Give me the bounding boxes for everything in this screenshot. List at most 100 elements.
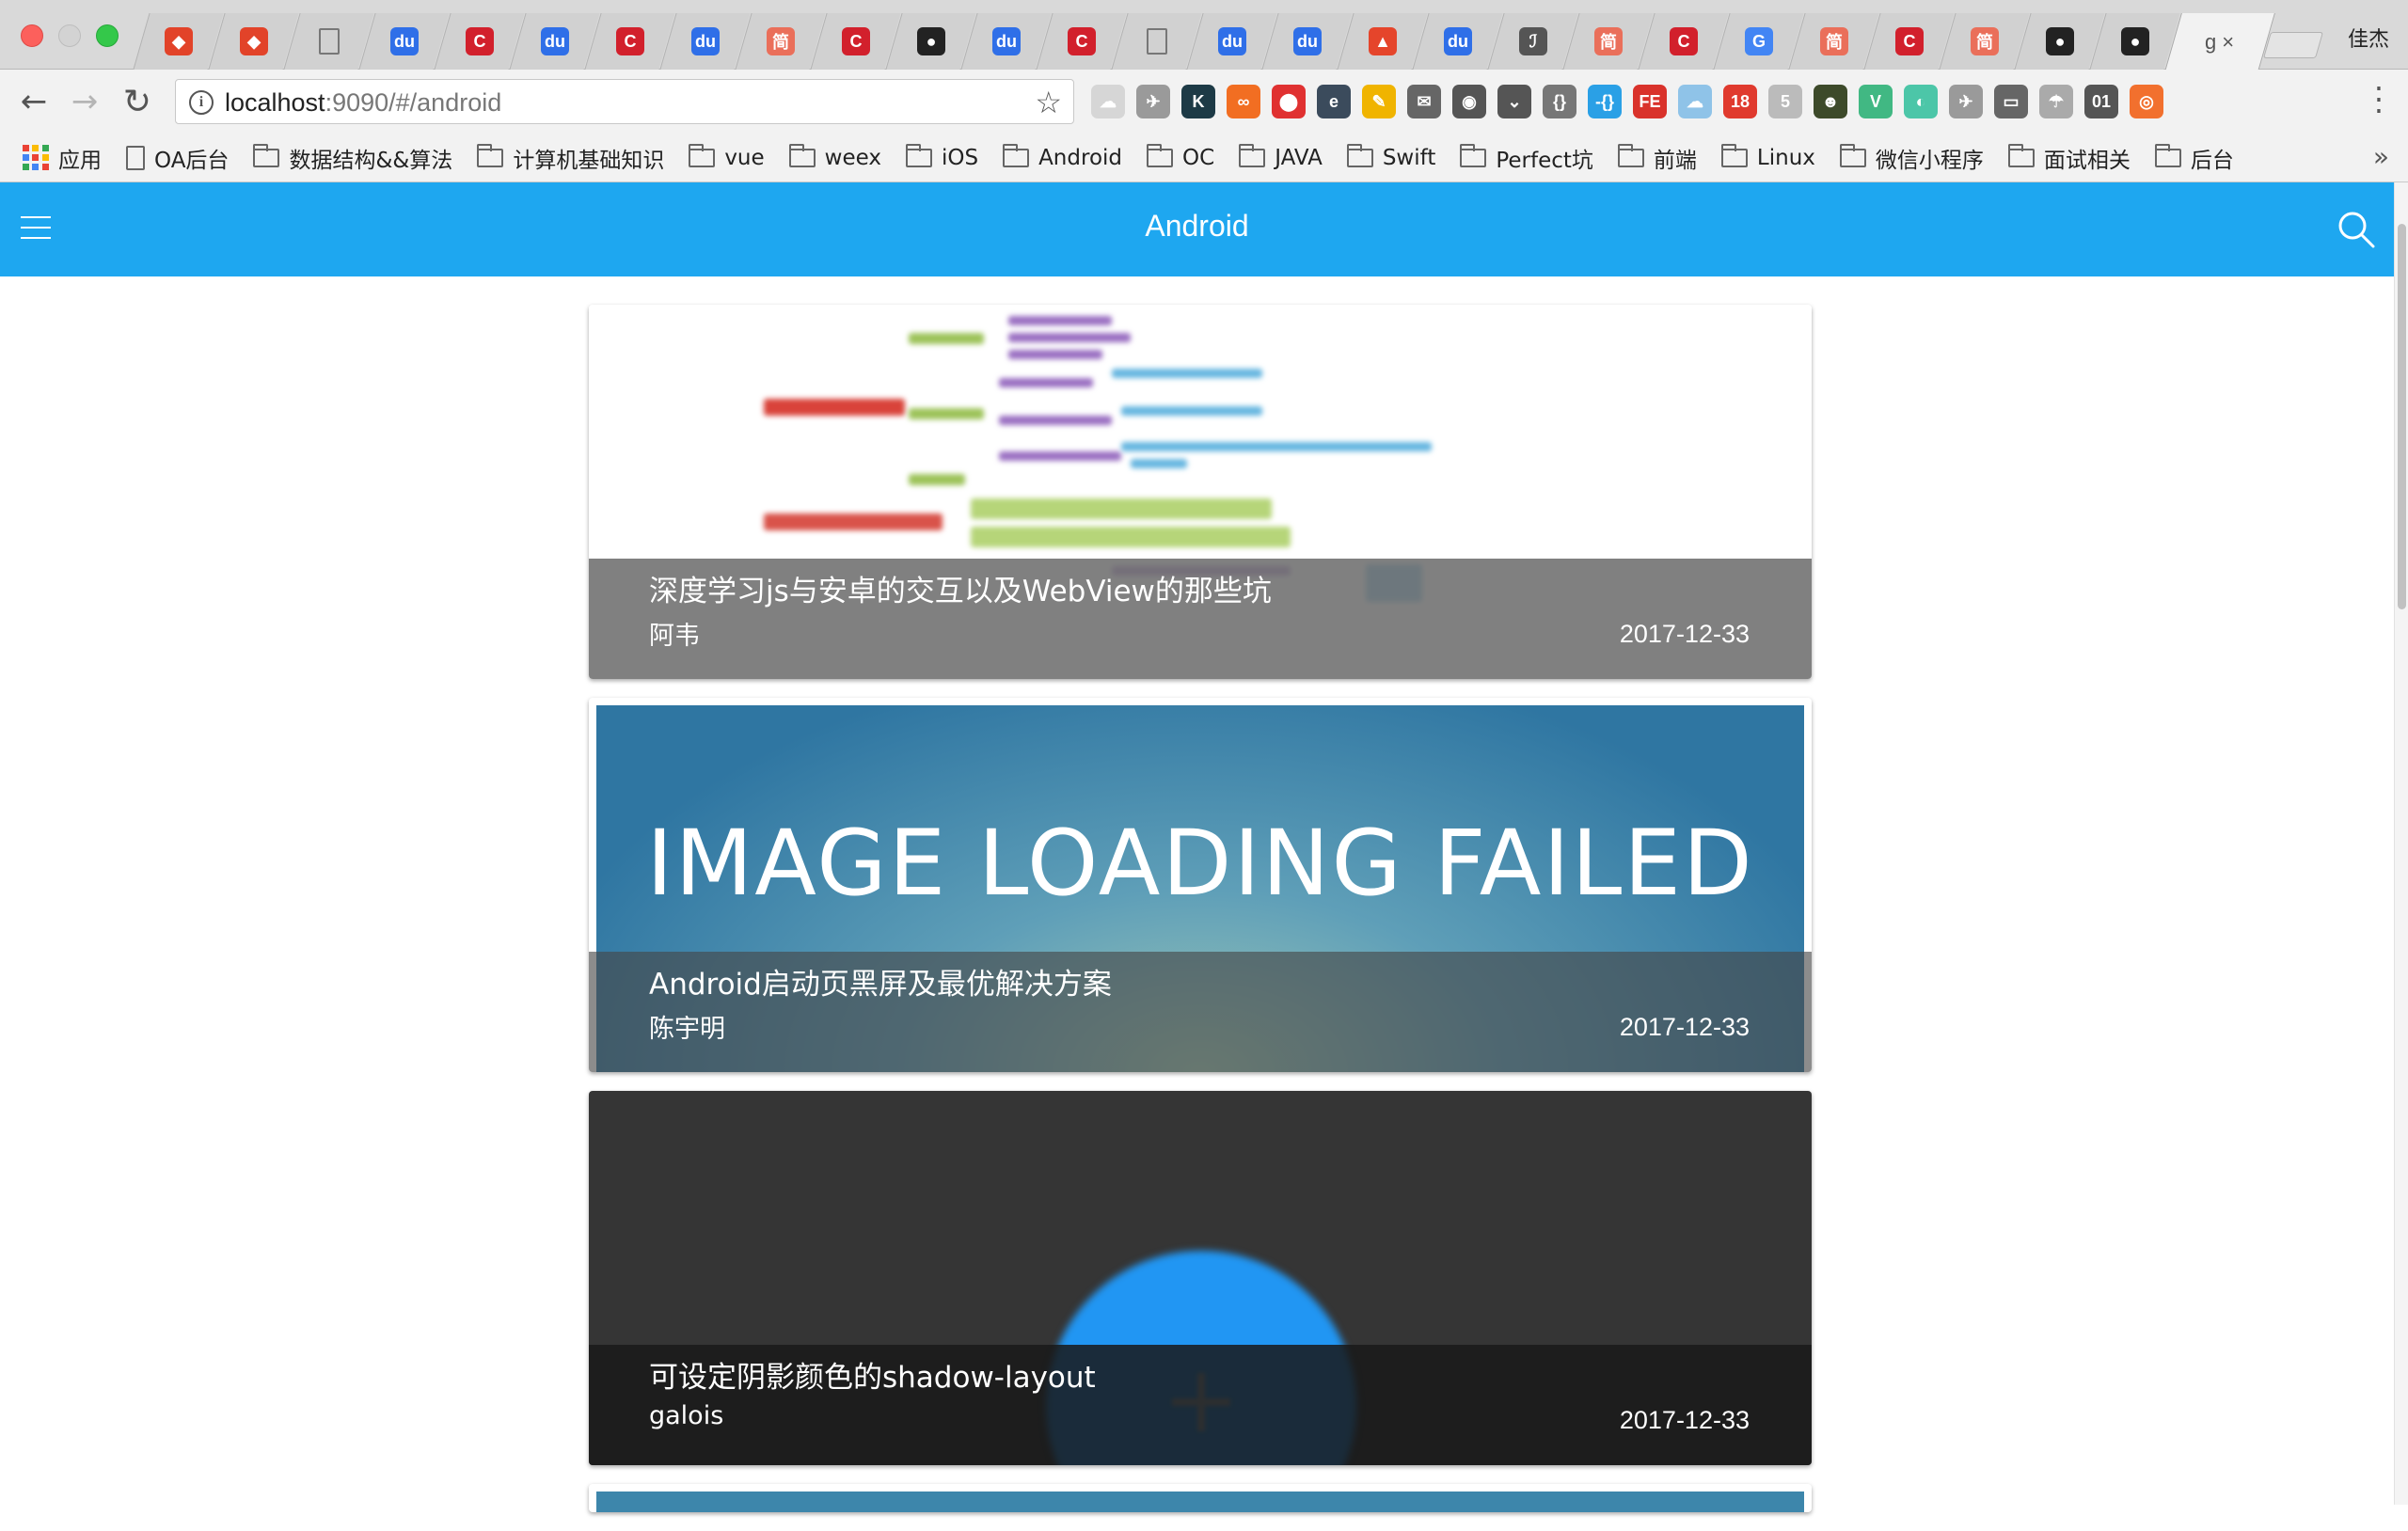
bookmark-folder[interactable]: Linux bbox=[1720, 143, 1815, 170]
folder-icon bbox=[905, 143, 932, 167]
pencil-ext-icon[interactable]: ✎ bbox=[1362, 85, 1396, 118]
post-title[interactable]: 可设定阴影颜色的shadow-layout bbox=[649, 1358, 1750, 1397]
k-ext-icon[interactable]: K bbox=[1181, 85, 1215, 118]
url-text[interactable]: localhost:9090/#/android bbox=[225, 88, 501, 118]
folder-icon bbox=[689, 143, 716, 167]
profile-name[interactable]: 佳杰 bbox=[2348, 23, 2389, 53]
baidu-icon: du bbox=[1444, 27, 1472, 55]
site-info-icon[interactable]: i bbox=[189, 90, 214, 115]
post-title[interactable]: Android启动页黑屏及最优解决方案 bbox=[649, 965, 1750, 1004]
binary-ext-icon[interactable]: 01 bbox=[2084, 85, 2118, 118]
post-date: 2017-12-33 bbox=[1619, 1406, 1750, 1434]
chat-ext-icon[interactable]: ◉ bbox=[1452, 85, 1486, 118]
browser-menu-icon[interactable]: · · · bbox=[2374, 73, 2384, 126]
active-tab-label: g bbox=[2205, 30, 2217, 54]
flame-icon: ▲ bbox=[1369, 27, 1397, 55]
bookmark-folder[interactable]: JAVA bbox=[1239, 143, 1323, 170]
app-header: Android bbox=[0, 182, 2394, 276]
page-scrollbar[interactable] bbox=[2394, 182, 2408, 1505]
browser-toolbar: ← → ↻ i localhost:9090/#/android ☆ ☁ ✈ K ∞ ⬤… bbox=[0, 70, 2408, 134]
minimize-window-button[interactable] bbox=[58, 24, 81, 47]
folder-icon bbox=[788, 143, 816, 167]
post-card[interactable]: 可设定阴影颜色的shadow-layout galois 2017-12-33 bbox=[589, 1091, 1812, 1465]
folder-icon bbox=[2007, 143, 2035, 167]
ubuntu-ext-icon[interactable]: ◎ bbox=[2130, 85, 2163, 118]
cloud-ext-icon[interactable]: ☁ bbox=[1091, 85, 1125, 118]
more-bookmarks-icon[interactable]: » bbox=[2373, 141, 2389, 172]
bookmark-folder[interactable]: 数据结构&&算法 bbox=[253, 142, 452, 174]
infinity-ext-icon[interactable]: ∞ bbox=[1227, 85, 1260, 118]
mail-ext-icon[interactable]: ✉ bbox=[1407, 85, 1441, 118]
active-browser-tab[interactable]: g × bbox=[2164, 13, 2275, 71]
e-ext-icon[interactable]: e bbox=[1317, 85, 1351, 118]
bookmark-folder[interactable]: 微信小程序 bbox=[1839, 142, 1984, 174]
bookmark-folder[interactable]: weex bbox=[788, 143, 881, 170]
bird-ext-icon[interactable]: ✈ bbox=[1136, 85, 1170, 118]
bookmark-label: JAVA bbox=[1275, 145, 1323, 170]
post-card[interactable]: IMAGE LOADING FAILED Android启动页黑屏及最优解决方案… bbox=[589, 698, 1812, 1072]
bird2-ext-icon[interactable]: ✈ bbox=[1949, 85, 1983, 118]
github-icon: ● bbox=[2046, 27, 2074, 55]
braces-ext-icon[interactable]: {} bbox=[1543, 85, 1576, 118]
address-bar[interactable]: i localhost:9090/#/android ☆ bbox=[175, 79, 1074, 124]
bookmark-folder[interactable]: iOS bbox=[905, 143, 978, 170]
calendar-ext-icon[interactable]: 18 bbox=[1723, 85, 1757, 118]
bookmark-item[interactable]: 应用 bbox=[23, 142, 102, 174]
reload-icon[interactable]: ↻ bbox=[120, 83, 154, 121]
image-failed-text: IMAGE LOADING FAILED bbox=[646, 811, 1754, 916]
bookmark-folder[interactable]: Swift bbox=[1346, 143, 1436, 170]
baidu-icon: du bbox=[1218, 27, 1246, 55]
bookmark-folder[interactable]: 前端 bbox=[1617, 142, 1697, 174]
post-info: 可设定阴影颜色的shadow-layout galois 2017-12-33 bbox=[589, 1345, 1812, 1465]
close-tab-icon[interactable]: × bbox=[2223, 30, 2235, 55]
folder-icon bbox=[2154, 143, 2181, 167]
google-icon: G bbox=[1745, 27, 1773, 55]
forward-icon[interactable]: → bbox=[68, 83, 102, 120]
shield-ext-icon[interactable]: ⬤ bbox=[1272, 85, 1306, 118]
bookmark-folder[interactable]: Perfect坑 bbox=[1460, 142, 1593, 174]
color-ext-icon[interactable]: ◐ bbox=[1904, 85, 1938, 118]
search-icon[interactable] bbox=[2336, 209, 2377, 250]
bookmark-folder[interactable]: vue bbox=[689, 143, 765, 170]
bookmark-star-icon[interactable]: ☆ bbox=[1035, 85, 1062, 120]
bookmark-folder[interactable]: 后台 bbox=[2154, 142, 2234, 174]
post-card[interactable] bbox=[589, 1484, 1812, 1512]
post-card[interactable]: 深度学习js与安卓的交互以及WebView的那些坑 阿韦 2017-12-33 bbox=[589, 305, 1812, 679]
scroll-thumb[interactable] bbox=[2398, 224, 2406, 609]
bookmark-label: 微信小程序 bbox=[1875, 148, 1984, 173]
bookmark-folder[interactable]: 计算机基础知识 bbox=[477, 142, 664, 174]
post-title[interactable]: 深度学习js与安卓的交互以及WebView的那些坑 bbox=[649, 572, 1750, 611]
close-window-button[interactable] bbox=[21, 24, 43, 47]
page-icon bbox=[319, 28, 340, 55]
bookmark-label: 计算机基础知识 bbox=[513, 148, 665, 173]
folder-icon bbox=[477, 143, 504, 167]
bookmark-item[interactable]: OA后台 bbox=[126, 142, 229, 174]
parachute-ext-icon[interactable]: ☂ bbox=[2039, 85, 2073, 118]
fe-ext-icon[interactable]: FE bbox=[1633, 85, 1667, 118]
bookmark-label: 数据结构&&算法 bbox=[289, 148, 453, 173]
five-ext-icon[interactable]: 5 bbox=[1768, 85, 1802, 118]
cast-ext-icon[interactable]: ▭ bbox=[1994, 85, 2028, 118]
csdn-icon: C bbox=[842, 27, 870, 55]
back-icon[interactable]: ← bbox=[17, 83, 51, 120]
csdn-icon: C bbox=[1895, 27, 1924, 55]
bookmark-folder[interactable]: Android bbox=[1003, 143, 1122, 170]
github-icon: ● bbox=[2121, 27, 2149, 55]
bookmark-label: Swift bbox=[1382, 145, 1436, 170]
bookmark-folder[interactable]: OC bbox=[1147, 143, 1214, 170]
vue-ext-icon[interactable]: V bbox=[1859, 85, 1893, 118]
bookmark-folder[interactable]: 面试相关 bbox=[2007, 142, 2131, 174]
json-ext-icon[interactable]: -{} bbox=[1588, 85, 1622, 118]
jianshu-icon: 简 bbox=[767, 27, 795, 55]
script-icon: ℐ bbox=[1519, 27, 1547, 55]
pocket-ext-icon[interactable]: ⌄ bbox=[1497, 85, 1531, 118]
avatar-ext-icon[interactable]: ☻ bbox=[1814, 85, 1847, 118]
post-thumbnail bbox=[596, 1492, 1804, 1512]
post-info: 深度学习js与安卓的交互以及WebView的那些坑 阿韦 2017-12-33 bbox=[589, 559, 1812, 679]
apps-grid-icon bbox=[23, 144, 49, 171]
zoom-window-button[interactable] bbox=[96, 24, 119, 47]
cloud2-ext-icon[interactable]: ☁ bbox=[1678, 85, 1712, 118]
new-tab-button[interactable] bbox=[2262, 32, 2324, 58]
bookmarks-bar: 应用 OA后台 数据结构&&算法 计算机基础知识 vue weex iOS Android OC… bbox=[0, 134, 2408, 182]
github-icon: ● bbox=[917, 27, 945, 55]
